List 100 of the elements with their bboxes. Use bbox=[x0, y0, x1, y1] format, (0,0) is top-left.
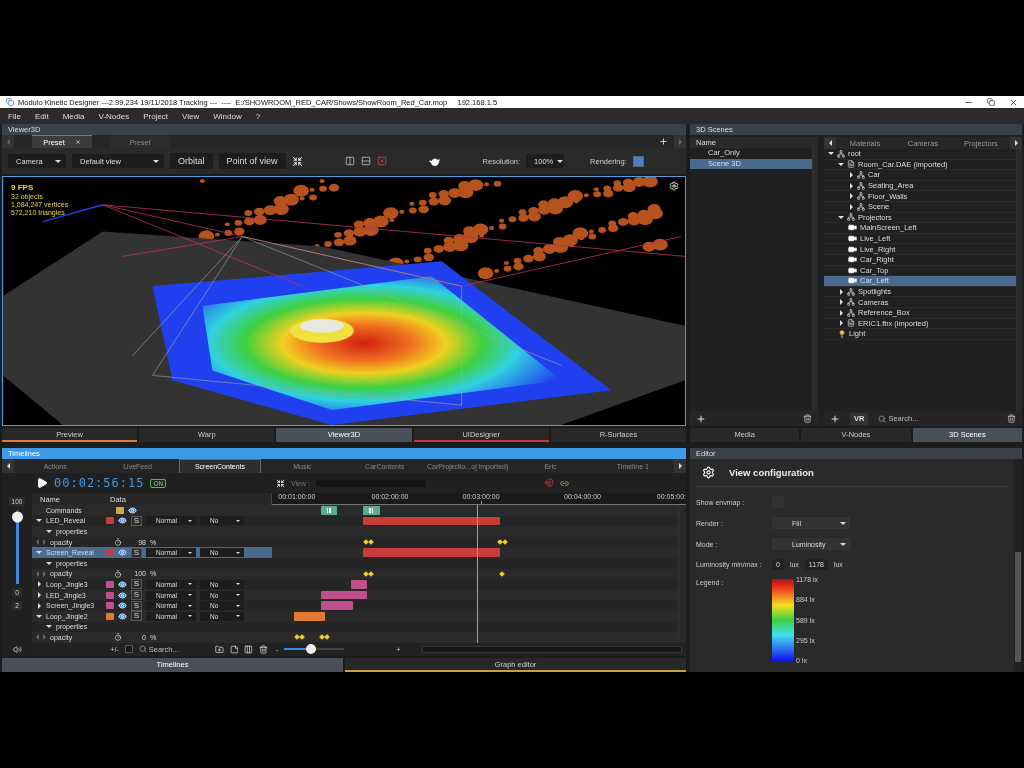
next-key-icon[interactable] bbox=[43, 570, 46, 577]
solo-button[interactable]: S bbox=[131, 579, 142, 590]
menu-item[interactable]: View bbox=[182, 111, 200, 121]
settings-icon[interactable] bbox=[669, 181, 679, 191]
close-split-icon[interactable] bbox=[376, 156, 387, 166]
horizontal-scrollbar[interactable] bbox=[422, 645, 682, 653]
vertical-scrollbar[interactable] bbox=[1016, 149, 1022, 411]
vertical-scrollbar[interactable] bbox=[1014, 459, 1022, 672]
scroll-right-icon[interactable] bbox=[1010, 137, 1022, 149]
expand-arrow-icon[interactable] bbox=[36, 580, 42, 589]
stopwatch-icon[interactable] bbox=[114, 569, 122, 578]
menu-item[interactable]: Project bbox=[143, 111, 169, 121]
fit-view-icon[interactable] bbox=[276, 478, 285, 488]
view-mode-button[interactable]: Point of view bbox=[218, 153, 286, 169]
next-key-icon[interactable] bbox=[43, 634, 46, 641]
timeline-clip[interactable] bbox=[294, 611, 325, 621]
play-button[interactable] bbox=[36, 477, 48, 489]
expand-arrow-icon[interactable] bbox=[838, 298, 844, 307]
add-folder-icon[interactable] bbox=[214, 644, 224, 654]
note-icon[interactable] bbox=[229, 644, 239, 654]
scroll-right-icon[interactable] bbox=[674, 459, 687, 473]
delete-icon[interactable] bbox=[803, 414, 812, 423]
timeline-clip[interactable] bbox=[363, 548, 501, 557]
menu-item[interactable]: ? bbox=[255, 111, 261, 121]
solo-button[interactable]: S bbox=[131, 600, 142, 611]
marker-clip[interactable] bbox=[363, 506, 380, 515]
timeline-clip[interactable] bbox=[320, 601, 354, 610]
add-icon[interactable] bbox=[830, 413, 840, 424]
eye-icon[interactable] bbox=[128, 505, 137, 515]
expand-arrow-icon[interactable] bbox=[36, 601, 42, 610]
keyframe-icon[interactable] bbox=[497, 538, 509, 545]
hierarchy-icon bbox=[857, 171, 865, 179]
keyframe-icon[interactable] bbox=[294, 634, 306, 641]
fit-view-icon[interactable] bbox=[291, 155, 303, 167]
file-icon bbox=[847, 160, 855, 169]
hierarchy-icon bbox=[847, 213, 855, 222]
delete-icon[interactable] bbox=[259, 644, 268, 654]
delete-icon[interactable] bbox=[1007, 414, 1016, 423]
expand-arrow-icon[interactable] bbox=[848, 171, 854, 179]
split-horizontal-icon[interactable] bbox=[360, 156, 371, 166]
add-icon[interactable] bbox=[659, 137, 668, 146]
expand-arrow-icon[interactable] bbox=[848, 192, 854, 201]
close-icon[interactable] bbox=[74, 139, 81, 145]
keyframe-icon[interactable] bbox=[363, 570, 375, 577]
link-icon[interactable] bbox=[560, 478, 570, 488]
stopwatch-icon[interactable] bbox=[114, 633, 122, 642]
eye-icon[interactable] bbox=[118, 579, 127, 589]
menu-item[interactable]: Window bbox=[213, 111, 242, 121]
menu-item[interactable]: V-Nodes bbox=[98, 111, 130, 121]
close-icon[interactable] bbox=[1009, 97, 1018, 107]
expand-arrow-icon[interactable] bbox=[848, 181, 854, 190]
file-icon bbox=[847, 319, 855, 328]
teapot-icon[interactable] bbox=[428, 156, 441, 166]
eye-icon[interactable] bbox=[118, 516, 127, 526]
settings-icon bbox=[702, 466, 715, 479]
rendering-checkbox[interactable] bbox=[632, 155, 644, 167]
menu-item[interactable]: Media bbox=[62, 111, 85, 121]
projector-icon bbox=[848, 234, 857, 244]
scroll-left-icon[interactable] bbox=[824, 137, 836, 149]
view-mode-button[interactable]: Orbital bbox=[170, 153, 213, 169]
projector-icon bbox=[848, 223, 857, 233]
vertical-scrollbar[interactable] bbox=[678, 505, 686, 643]
speaker-icon[interactable] bbox=[12, 645, 22, 654]
projector-icon bbox=[848, 265, 857, 275]
stopwatch-icon[interactable] bbox=[114, 538, 122, 547]
timeline-clip[interactable] bbox=[351, 580, 368, 589]
timeline-clip[interactable] bbox=[363, 516, 501, 526]
marker-clip[interactable] bbox=[320, 506, 337, 515]
solo-button[interactable]: S bbox=[131, 547, 142, 558]
timeline-clip[interactable] bbox=[320, 590, 368, 600]
previous-key-icon[interactable] bbox=[36, 634, 39, 641]
split-vertical-icon[interactable] bbox=[344, 156, 355, 166]
eye-icon[interactable] bbox=[118, 601, 127, 611]
expand-arrow-icon[interactable] bbox=[838, 308, 844, 317]
eye-icon[interactable] bbox=[118, 590, 127, 600]
solo-button[interactable]: S bbox=[131, 515, 142, 526]
hierarchy-icon bbox=[837, 149, 845, 158]
eye-icon[interactable] bbox=[118, 611, 127, 621]
hierarchy-icon bbox=[847, 287, 855, 296]
add-icon[interactable] bbox=[696, 413, 706, 424]
scroll-left-icon[interactable] bbox=[2, 459, 14, 473]
projector-icon bbox=[848, 255, 857, 265]
magnet-icon[interactable] bbox=[544, 478, 555, 488]
fps-counter: 9 FPS bbox=[11, 183, 35, 192]
keyframe-icon[interactable] bbox=[363, 538, 375, 545]
menu-item[interactable]: Edit bbox=[34, 111, 49, 121]
app-logo-icon bbox=[6, 98, 14, 106]
checkbox[interactable] bbox=[124, 645, 133, 653]
keyframe-icon[interactable] bbox=[318, 634, 330, 641]
previous-key-icon[interactable] bbox=[36, 570, 39, 577]
vertical-scrollbar[interactable] bbox=[812, 148, 818, 411]
expand-arrow-icon[interactable] bbox=[838, 287, 844, 296]
solo-button[interactable]: S bbox=[131, 611, 142, 622]
expand-arrow-icon[interactable] bbox=[848, 202, 854, 211]
columns-icon[interactable] bbox=[244, 644, 254, 654]
keyframe-icon[interactable] bbox=[499, 570, 506, 577]
menu-item[interactable]: File bbox=[8, 111, 21, 121]
expand-arrow-icon[interactable] bbox=[838, 319, 844, 328]
restore-icon[interactable] bbox=[987, 98, 995, 106]
search-icon bbox=[878, 414, 887, 423]
